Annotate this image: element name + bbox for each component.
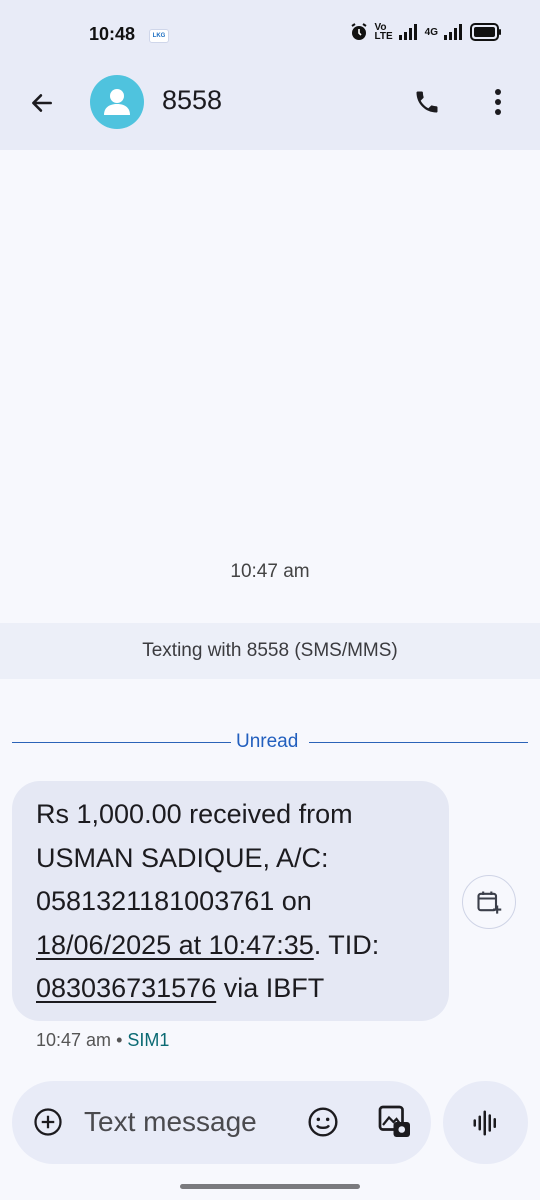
status-time: 10:48 [89, 24, 136, 44]
sim-label: SIM1 [127, 1030, 170, 1050]
add-to-calendar-button[interactable] [462, 875, 516, 929]
back-button[interactable] [26, 87, 58, 119]
meta-separator: • [116, 1030, 123, 1050]
person-icon [104, 89, 130, 115]
more-vert-icon [495, 89, 501, 115]
volte-icon: Vo LTE [374, 22, 393, 42]
message-line-1: Rs 1,000.00 received from [36, 799, 353, 829]
add-circle-icon [34, 1108, 62, 1136]
signal-sim1-icon [398, 24, 417, 40]
gallery-button[interactable] [376, 1103, 414, 1141]
unread-divider-left [12, 742, 231, 743]
tid-link[interactable]: 083036731576 [36, 973, 216, 1003]
message-bubble[interactable]: Rs 1,000.00 received from USMAN SADIQUE,… [12, 781, 449, 1021]
message-line-3: 0581321181003761 on [36, 886, 312, 916]
message-tid-label: . TID: [313, 929, 380, 960]
call-button[interactable] [410, 85, 444, 119]
message-tail: via IBFT [216, 973, 325, 1003]
add-attachment-button[interactable] [32, 1106, 64, 1138]
unread-label: Unread [236, 731, 299, 752]
text-message-input[interactable] [84, 1103, 284, 1141]
contact-name[interactable]: 8558 [162, 85, 222, 116]
date-link[interactable]: 18/06/2025 at 10:47:35 [36, 930, 314, 960]
message-meta: 10:47 am • SIM1 [36, 1030, 169, 1051]
emoji-icon [308, 1107, 338, 1137]
texting-with-banner: Texting with 8558 (SMS/MMS) [0, 623, 540, 679]
signal-sim2-icon [444, 24, 462, 40]
battery-icon [470, 23, 501, 41]
network-type: 4G [424, 26, 438, 38]
avatar[interactable] [90, 75, 144, 129]
calendar-add-icon [477, 891, 502, 914]
compose-bar [12, 1081, 431, 1164]
status-badge: LKG [149, 29, 169, 43]
phone-icon [416, 91, 438, 113]
conversation-timestamp: 10:47 am [230, 561, 310, 582]
back-arrow-icon [32, 94, 52, 112]
status-bar: 10:48 LKG Vo LTE 4G [0, 0, 540, 70]
home-indicator[interactable] [180, 1184, 360, 1189]
more-options-button[interactable] [484, 85, 512, 119]
status-icons: Vo LTE 4G [349, 22, 503, 42]
conversation-header: 8558 [0, 70, 540, 150]
emoji-button[interactable] [306, 1105, 340, 1139]
voice-waveform-icon [473, 1110, 496, 1135]
alarm-icon [350, 23, 367, 40]
gallery-icon [378, 1105, 410, 1137]
message-line-2: USMAN SADIQUE, A/C: [36, 842, 329, 873]
message-time: 10:47 am [36, 1030, 112, 1050]
unread-divider-right [309, 742, 528, 743]
message-text: Rs 1,000.00 received from USMAN SADIQUE,… [36, 793, 436, 1011]
voice-message-button[interactable] [443, 1081, 528, 1164]
